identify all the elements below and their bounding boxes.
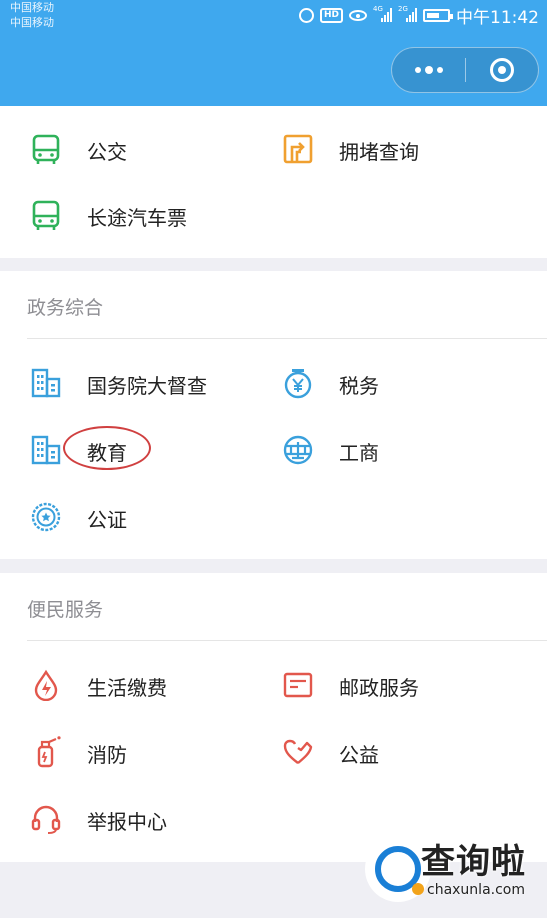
item-label: 长途汽车票 bbox=[87, 206, 187, 230]
water-drop-icon bbox=[34, 669, 58, 701]
item-label: 公益 bbox=[339, 743, 379, 767]
close-target-icon bbox=[489, 58, 514, 82]
divider bbox=[27, 338, 547, 339]
clock: 中午11:42 bbox=[456, 7, 539, 28]
services-section: 便民服务 生活缴费 邮政服务 消防 公益 举报中心 bbox=[0, 573, 547, 862]
status-icons: HD 4G 2G 中午11:42 bbox=[298, 4, 539, 28]
signal-icon-1: 4G bbox=[373, 5, 392, 22]
more-options-button[interactable] bbox=[392, 48, 465, 92]
school-building-icon bbox=[31, 435, 61, 465]
item-label: 邮政服务 bbox=[339, 676, 419, 700]
notary-stamp-icon bbox=[31, 502, 61, 532]
watermark: 查询啦 chaxunla.com bbox=[365, 834, 537, 904]
fire-extinguisher-icon bbox=[37, 736, 61, 768]
building-icon bbox=[31, 368, 61, 398]
bus-icon bbox=[32, 134, 60, 164]
more-dots-icon bbox=[414, 67, 421, 73]
carrier-info: 中国移动 中国移动 bbox=[10, 0, 54, 30]
network-type-2: 2G bbox=[398, 5, 408, 13]
carrier-2: 中国移动 bbox=[10, 16, 54, 29]
item-label: 国务院大督查 bbox=[87, 374, 207, 398]
transport-section: 公交 拥堵查询 长途汽车票 bbox=[0, 106, 547, 258]
heart-hands-icon bbox=[283, 739, 313, 764]
item-label: 公证 bbox=[87, 508, 127, 532]
watermark-text: 查询啦 bbox=[421, 842, 526, 882]
eye-icon bbox=[349, 9, 367, 21]
item-label: 消防 bbox=[87, 743, 127, 767]
item-label: 教育 bbox=[87, 441, 127, 465]
carrier-1: 中国移动 bbox=[10, 1, 54, 14]
headset-icon bbox=[31, 805, 61, 834]
item-label: 税务 bbox=[339, 374, 379, 398]
item-label: 公交 bbox=[87, 140, 127, 164]
section-title: 政务综合 bbox=[27, 297, 104, 319]
item-label: 生活缴费 bbox=[87, 676, 167, 700]
mini-program-capsule bbox=[391, 47, 539, 93]
government-section: 政务综合 国务院大督查 税务 教育 工商 公证 bbox=[0, 271, 547, 559]
battery-icon bbox=[423, 8, 453, 22]
divider bbox=[27, 640, 547, 641]
item-label: 拥堵查询 bbox=[339, 140, 419, 164]
network-type-1: 4G bbox=[373, 5, 383, 13]
hd-icon: HD bbox=[319, 7, 343, 23]
coach-icon bbox=[32, 200, 60, 230]
close-mini-program-button[interactable] bbox=[466, 48, 538, 92]
magnifier-icon bbox=[375, 846, 424, 895]
item-label: 工商 bbox=[339, 441, 379, 465]
watermark-url: chaxunla.com bbox=[427, 882, 525, 898]
item-label: 举报中心 bbox=[87, 810, 167, 834]
title-bar: 中国移动 中国移动 HD 4G 2G 中午11:42 bbox=[0, 0, 547, 106]
tax-coin-icon bbox=[284, 369, 312, 399]
section-title: 便民服务 bbox=[27, 599, 104, 621]
alarm-icon bbox=[298, 7, 314, 23]
business-seal-icon bbox=[283, 435, 313, 465]
mail-icon bbox=[283, 672, 313, 698]
signal-icon-2: 2G bbox=[398, 5, 417, 22]
road-sign-icon bbox=[283, 134, 313, 164]
